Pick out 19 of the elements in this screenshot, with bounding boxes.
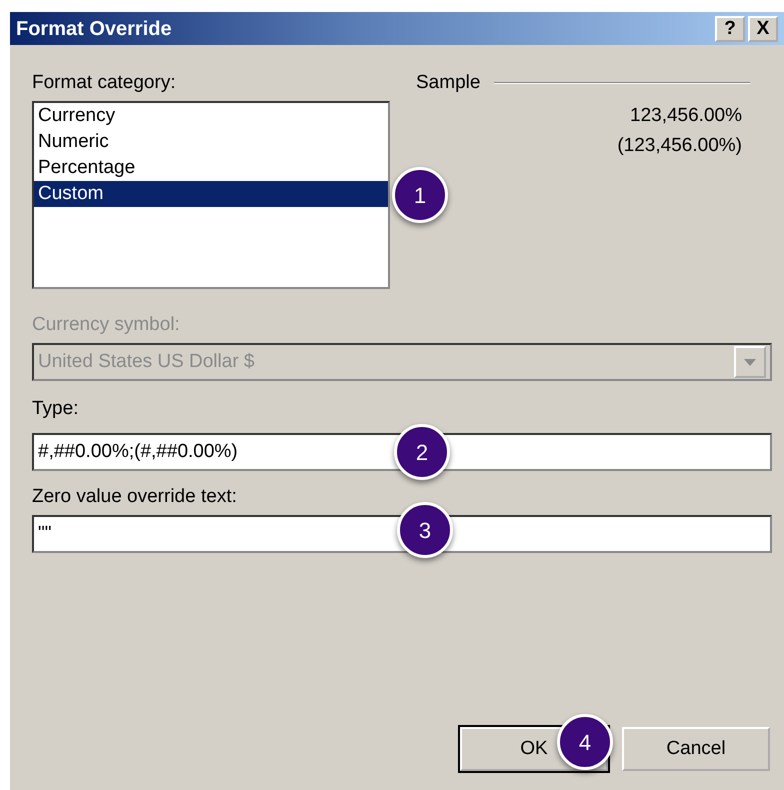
list-item[interactable]: Custom: [34, 181, 388, 207]
field-label: Currency symbol:: [32, 313, 181, 337]
field-label: Format category:: [32, 71, 177, 95]
cancel-button[interactable]: Cancel: [622, 727, 770, 771]
step-marker-overlay: 3: [397, 502, 453, 558]
field-label: Type:: [32, 397, 80, 421]
window-title: Format Override: [16, 16, 173, 42]
sample-label: Sample: [416, 71, 480, 95]
help-button[interactable]: ?: [715, 16, 745, 42]
list-item[interactable]: Currency: [34, 103, 388, 129]
step-marker-overlay: 1: [392, 167, 448, 223]
step-marker-overlay: 2: [394, 424, 450, 480]
sample-value: 123,456.00%: [630, 105, 742, 126]
list-item[interactable]: Percentage: [34, 155, 388, 181]
close-button[interactable]: X: [748, 16, 778, 42]
sample-value: (123,456.00%): [617, 135, 742, 156]
step-marker-overlay: 4: [557, 714, 613, 770]
list-item[interactable]: Numeric: [34, 129, 388, 155]
field-label: Zero value override text:: [32, 485, 238, 509]
